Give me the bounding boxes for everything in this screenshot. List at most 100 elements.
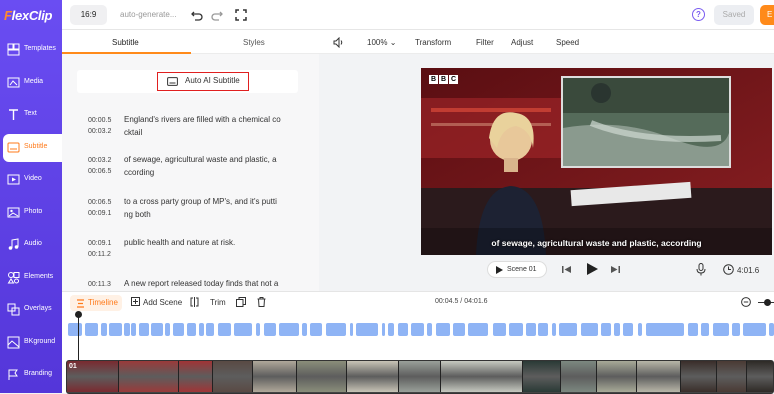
sidebar-item-branding[interactable]: Branding [3,361,62,389]
subtitle-segment[interactable] [688,323,698,336]
subtitle-end-time[interactable]: 00:06.5 [88,168,111,175]
subtitle-segment[interactable] [151,323,163,336]
subtitle-segment[interactable] [234,323,252,336]
subtitle-segment[interactable] [623,323,633,336]
speed-button[interactable]: Speed [556,38,579,47]
volume-icon[interactable] [333,37,345,48]
subtitle-segment[interactable] [646,323,684,336]
subtitle-end-time[interactable]: 00:09.1 [88,210,111,217]
subtitle-segment[interactable] [468,323,488,336]
scene-selector[interactable]: Scene 01 [487,261,547,278]
saved-button[interactable]: Saved [714,5,754,25]
subtitle-segment[interactable] [85,323,98,336]
undo-icon[interactable] [190,8,204,22]
redo-icon[interactable] [210,8,224,22]
subtitle-segment[interactable] [436,323,450,336]
subtitle-segment[interactable] [124,323,130,336]
subtitle-segment[interactable] [187,323,196,336]
subtitle-segment[interactable] [302,323,307,336]
subtitle-segment[interactable] [614,323,620,336]
sidebar-item-media[interactable]: Media [3,69,62,97]
subtitle-segment[interactable] [256,323,260,336]
video-track[interactable]: 01 [66,360,774,394]
subtitle-segment[interactable] [264,323,276,336]
sidebar-item-photo[interactable]: Photo [3,199,62,227]
subtitle-text[interactable]: to a cross party group of MP's, and it's… [124,196,286,221]
zoom-select[interactable]: 100% ⌄ [367,38,396,47]
tab-styles[interactable]: Styles [243,38,265,47]
subtitle-segment[interactable] [131,323,136,336]
subtitle-start-time[interactable]: 00:11.3 [88,281,111,288]
transform-button[interactable]: Transform [415,38,451,47]
timeline-button[interactable]: Timeline [70,295,122,311]
app-logo[interactable]: FlexClip [4,8,52,23]
subtitle-segment[interactable] [173,323,184,336]
sidebar-item-text[interactable]: Text [3,101,62,129]
subtitle-segment[interactable] [218,323,231,336]
subtitle-text[interactable]: of sewage, agricultural waste and plasti… [124,154,286,179]
subtitle-segment[interactable] [769,323,774,336]
trim-button[interactable]: Trim [210,298,226,307]
subtitle-segment[interactable] [732,323,740,336]
video-preview[interactable]: BBC of sewage, agricultural waste and pl… [421,68,772,255]
subtitle-segment[interactable] [493,323,506,336]
subtitle-start-time[interactable]: 00:06.5 [88,199,111,206]
add-scene-button[interactable]: Add Scene [131,297,182,307]
sidebar-item-overlays[interactable]: Overlays [3,296,62,324]
subtitle-segment[interactable] [388,323,394,336]
subtitle-row[interactable]: 00:06.5 00:09.1 to a cross party group of … [62,196,319,236]
tab-subtitle[interactable]: Subtitle [112,38,139,47]
subtitle-segment[interactable] [581,323,598,336]
subtitle-start-time[interactable]: 00:00.5 [88,117,111,124]
zoom-out-icon[interactable] [741,297,751,307]
split-icon[interactable] [190,297,199,307]
subtitle-segment[interactable] [743,323,766,336]
zoom-slider-handle[interactable] [764,299,771,306]
sidebar-item-templates[interactable]: Templates [3,36,62,64]
subtitle-segment[interactable] [538,323,548,336]
adjust-button[interactable]: Adjust [511,38,533,47]
microphone-icon[interactable] [696,263,706,276]
subtitle-segment[interactable] [453,323,465,336]
fullscreen-icon[interactable] [234,8,248,22]
sidebar-item-video[interactable]: Video [3,166,62,194]
sidebar-item-audio[interactable]: Audio [3,231,62,259]
subtitle-end-time[interactable]: 00:03.2 [88,128,111,135]
subtitle-segment[interactable] [109,323,122,336]
subtitle-segment[interactable] [427,323,432,336]
play-icon[interactable] [587,263,598,275]
sidebar-item-bkground[interactable]: BKground [3,329,62,357]
subtitle-text[interactable]: A new report released today finds that n… [124,278,286,291]
subtitle-segment[interactable] [101,323,107,336]
subtitle-segment[interactable] [68,323,82,336]
subtitle-segment[interactable] [382,323,385,336]
subtitle-track[interactable] [68,323,774,336]
subtitle-segment[interactable] [199,323,204,336]
export-button[interactable]: E [760,5,774,25]
subtitle-segment[interactable] [509,323,523,336]
subtitle-row[interactable]: 00:03.2 00:06.5 of sewage, agricultural wa… [62,154,319,194]
subtitle-segment[interactable] [701,323,709,336]
delete-icon[interactable] [257,297,266,307]
subtitle-segment[interactable] [526,323,536,336]
subtitle-segment[interactable] [411,323,424,336]
auto-ai-subtitle-button[interactable]: Auto AI Subtitle [157,72,249,91]
next-icon[interactable] [611,265,620,274]
subtitle-segment[interactable] [356,323,378,336]
subtitle-segment[interactable] [559,323,577,336]
subtitle-row[interactable]: 00:09.1 00:11.2 public health and nature a… [62,237,319,277]
subtitle-end-time[interactable]: 00:11.2 [88,251,111,258]
subtitle-segment[interactable] [638,323,642,336]
subtitle-segment[interactable] [350,323,353,336]
subtitle-segment[interactable] [713,323,729,336]
subtitle-segment[interactable] [552,323,556,336]
help-button[interactable]: ? [692,8,705,21]
sidebar-item-subtitle[interactable]: Subtitle [3,133,62,162]
subtitle-text[interactable]: public health and nature at risk. [124,237,286,250]
subtitle-segment[interactable] [139,323,149,336]
duplicate-icon[interactable] [236,297,246,307]
subtitle-start-time[interactable]: 00:09.1 [88,240,111,247]
subtitle-row[interactable]: 00:00.5 00:03.2 England's rivers are fille… [62,114,319,154]
previous-icon[interactable] [562,265,571,274]
subtitle-start-time[interactable]: 00:03.2 [88,157,111,164]
